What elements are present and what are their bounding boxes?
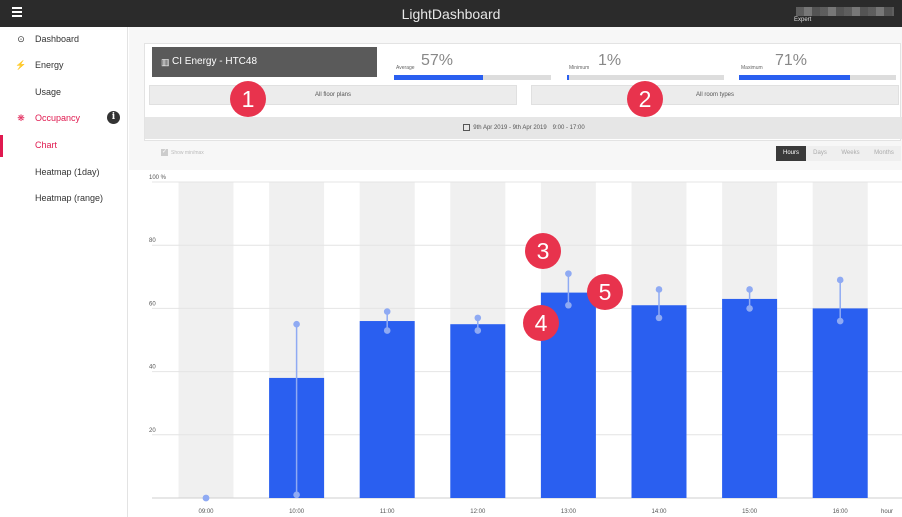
- min-point: [202, 494, 210, 502]
- user-name-redacted: [796, 7, 894, 16]
- x-tick-label: 12:00: [470, 509, 486, 515]
- max-point: [565, 270, 572, 277]
- checkbox-label: Show min/max: [171, 149, 204, 156]
- callout-1: 1: [230, 81, 266, 117]
- floor-plan-select[interactable]: All floor plans: [149, 85, 517, 105]
- stat-bar: [567, 75, 724, 80]
- max-point: [474, 314, 482, 322]
- sidebar-item-label: Occupancy: [35, 113, 81, 123]
- stat-maximum: Maximum 71%: [739, 52, 899, 82]
- min-point: [565, 301, 572, 309]
- max-point: [293, 320, 300, 328]
- x-tick-label: 16:00: [833, 509, 849, 515]
- stat-bar-fill: [567, 75, 569, 80]
- bar: [359, 321, 415, 498]
- checkbox-check-icon: ✓: [161, 149, 168, 156]
- segment-hours[interactable]: Hours: [776, 146, 806, 161]
- segment-weeks[interactable]: Weeks: [834, 146, 867, 161]
- app-title: LightDashboard: [401, 6, 501, 22]
- min-point: [746, 305, 753, 312]
- max-point: [836, 276, 844, 284]
- stat-bar: [739, 75, 896, 80]
- min-point: [293, 491, 300, 499]
- user-menu[interactable]: Expert: [788, 5, 900, 23]
- energy-selector-label: CI Energy - HTC48: [172, 56, 258, 67]
- x-tick-label: 10:00: [289, 509, 305, 515]
- info-icon[interactable]: i: [107, 111, 120, 124]
- stat-value: 57%: [421, 52, 454, 69]
- y-tick-label: 80: [149, 238, 156, 244]
- top-bar: LightDashboard Expert: [0, 0, 902, 27]
- sidebar-item-heatmap-range[interactable]: Heatmap (range): [0, 188, 127, 210]
- stat-average: Average 57%: [394, 52, 554, 82]
- room-type-select[interactable]: All room types: [531, 85, 899, 105]
- y-tick-label: 100 %: [149, 175, 167, 181]
- callout-2: 2: [627, 81, 663, 117]
- segment-days[interactable]: Days: [806, 146, 834, 161]
- stat-bar-fill: [394, 75, 484, 80]
- calendar-icon: [463, 123, 471, 131]
- sidebar-item-occupancy[interactable]: ❋ Occupancy i: [0, 108, 127, 130]
- show-min-max-checkbox[interactable]: ✓ Show min/max: [161, 149, 204, 159]
- sidebar: ⊙ Dashboard ⚡ Energy Usage ❋ Occupancy i…: [0, 27, 128, 517]
- x-axis-label: hour: [881, 509, 893, 515]
- date-range-text: 9th Apr 2019 - 9th Apr 2019: [473, 125, 547, 131]
- sidebar-item-chart[interactable]: Chart: [0, 135, 127, 157]
- sidebar-item-label: Chart: [35, 140, 58, 150]
- stat-value: 1%: [598, 52, 622, 69]
- bar: [722, 298, 778, 498]
- bar: [631, 305, 687, 498]
- sidebar-item-heatmap-1day[interactable]: Heatmap (1day): [0, 162, 127, 184]
- bar: [450, 324, 506, 498]
- x-tick-label: 09:00: [198, 509, 214, 515]
- building-icon: ▥: [161, 57, 170, 67]
- max-point: [383, 308, 391, 315]
- sidebar-item-energy[interactable]: ⚡ Energy: [0, 55, 127, 77]
- stat-value: 71%: [775, 52, 808, 69]
- stat-label: Average: [396, 65, 415, 71]
- occupancy-bar-chart: 100 % 80 60 40 20 09:00 10:00 11:00 12:00 13:00 1…: [129, 170, 902, 517]
- energy-selector-button[interactable]: ▥ CI Energy - HTC48: [152, 47, 377, 77]
- stat-bar: [394, 75, 551, 80]
- min-point: [655, 314, 663, 322]
- x-tick-label: 13:00: [561, 509, 577, 515]
- sidebar-item-label: Heatmap (1day): [35, 167, 100, 177]
- x-tick-label: 11:00: [380, 509, 395, 515]
- stat-label: Maximum: [741, 65, 763, 71]
- y-tick-label: 40: [149, 365, 156, 371]
- stat-bar-fill: [739, 75, 851, 80]
- sidebar-item-label: Energy: [35, 60, 64, 70]
- lightning-icon: ⚡: [15, 60, 27, 70]
- date-range-picker[interactable]: 9th Apr 2019 - 9th Apr 2019 9:00 - 17:00: [145, 117, 902, 139]
- x-tick-label: 14:00: [651, 509, 667, 515]
- paw-icon: ❋: [17, 113, 25, 123]
- min-point: [383, 327, 391, 334]
- sidebar-item-usage[interactable]: Usage: [0, 82, 127, 104]
- min-point: [836, 317, 844, 325]
- chart-band: [178, 182, 234, 498]
- min-point: [474, 327, 482, 334]
- dashboard-icon: ⊙: [17, 34, 25, 44]
- x-tick-label: 15:00: [742, 509, 758, 515]
- bar: [812, 308, 868, 498]
- max-point: [655, 286, 663, 293]
- sidebar-item-dashboard[interactable]: ⊙ Dashboard: [0, 29, 127, 51]
- callout-3: 3: [525, 233, 561, 269]
- time-range-text: 9:00 - 17:00: [552, 125, 585, 131]
- callout-5: 5: [587, 274, 623, 310]
- sidebar-item-label: Usage: [35, 87, 62, 97]
- y-tick-label: 20: [149, 428, 156, 434]
- y-tick-label: 60: [149, 301, 156, 307]
- stat-label: Minimum: [569, 65, 590, 71]
- segment-months[interactable]: Months: [867, 146, 901, 161]
- occupancy-chart: 100 % 80 60 40 20 09:00 10:00 11:00 12:00 13:00 1…: [129, 170, 902, 517]
- user-role: Expert: [794, 17, 812, 23]
- callout-4: 4: [523, 305, 559, 341]
- stat-minimum: Minimum 1%: [567, 52, 727, 82]
- sidebar-item-label: Heatmap (range): [35, 193, 104, 203]
- max-point: [746, 286, 753, 293]
- sidebar-item-label: Dashboard: [35, 34, 80, 44]
